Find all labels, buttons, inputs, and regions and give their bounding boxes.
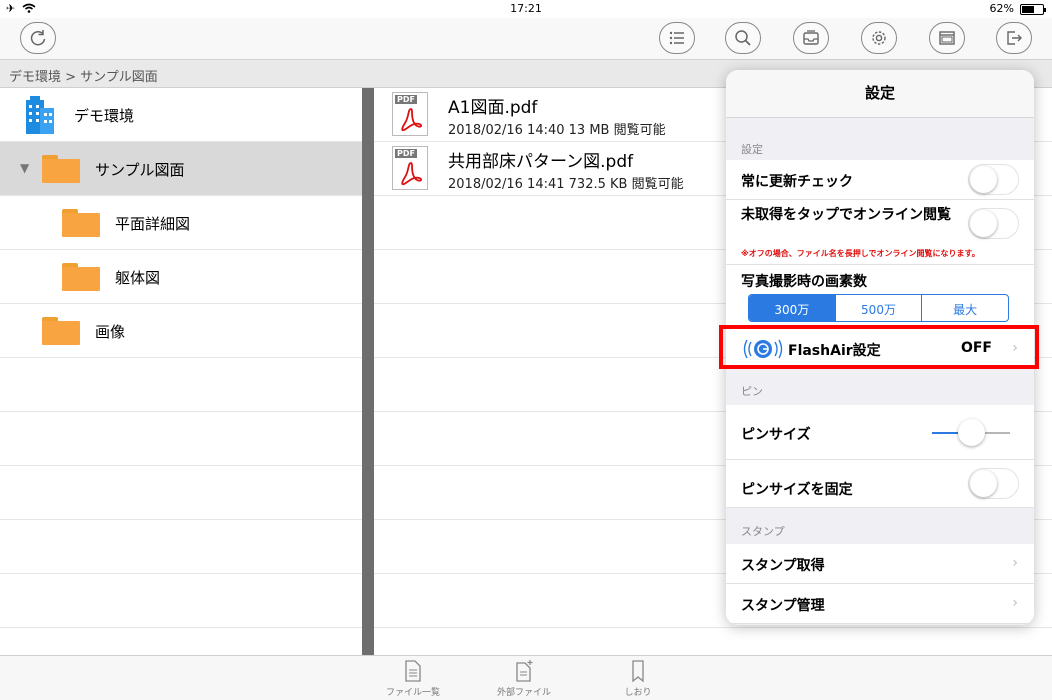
tab-bookmarks[interactable]: しおり [598, 659, 678, 698]
list-item [0, 466, 362, 520]
search-button[interactable] [725, 22, 761, 54]
building-icon [26, 96, 54, 134]
window-button[interactable] [929, 22, 965, 54]
folder-icon [62, 209, 100, 237]
gear-icon [872, 31, 886, 45]
tap-online-cell: 未取得をタップでオンライン閲覧 ※オフの場合、ファイル名を長押しでオンライン閲覧… [726, 200, 1034, 265]
bookmark-icon [632, 660, 644, 683]
pane-divider[interactable] [362, 88, 374, 655]
section-header-pin: ピン [741, 385, 763, 398]
folder-tree: デモ環境 ▼ サンプル図面 平面詳細図 躯体図 画像 [0, 88, 362, 655]
pdf-icon: PDF [392, 92, 428, 136]
list-item [0, 574, 362, 628]
folder-icon [42, 155, 80, 183]
document-add-icon [516, 660, 533, 682]
window-icon [939, 31, 955, 45]
tree-item-images[interactable]: 画像 [0, 304, 362, 358]
top-toolbar [0, 18, 1052, 60]
refresh-button[interactable] [20, 22, 56, 54]
tree-item-label: サンプル図面 [95, 161, 185, 179]
section-header-stamp: スタンプ [741, 525, 785, 538]
expand-triangle-icon[interactable]: ▼ [20, 161, 29, 175]
cell-label: ピンサイズを固定 [741, 482, 853, 498]
status-bar: ✈ ︎ 17:21 62% [0, 0, 1052, 18]
stamp-get-cell[interactable]: スタンプ取得 › [726, 544, 1034, 584]
tab-file-list[interactable]: ファイル一覧 [373, 659, 453, 698]
always-check-update-toggle[interactable] [968, 164, 1019, 195]
bottom-tab-bar: ファイル一覧 外部ファイル しおり [0, 655, 1052, 700]
cell-label: 写真撮影時の画素数 [741, 274, 867, 290]
pin-size-fixed-toggle[interactable] [968, 468, 1019, 499]
file-meta: 2018/02/16 14:41 732.5 KB 閲覧可能 [448, 177, 684, 192]
inbox-button[interactable] [793, 22, 829, 54]
logout-button[interactable] [996, 22, 1032, 54]
tree-item-root[interactable]: デモ環境 [0, 88, 362, 142]
always-check-update-cell: 常に更新チェック [726, 160, 1034, 200]
cell-label: 常に更新チェック [741, 174, 853, 190]
list-icon [669, 31, 684, 45]
pin-size-fixed-cell: ピンサイズを固定 [726, 460, 1034, 508]
file-meta: 2018/02/16 14:40 13 MB 閲覧可能 [448, 123, 666, 138]
list-button[interactable] [659, 22, 695, 54]
tree-item-label: 平面詳細図 [115, 215, 191, 233]
photo-pixels-cell: 写真撮影時の画素数 300万 500万 最大 [726, 265, 1034, 329]
tree-item-floor-detail[interactable]: 平面詳細図 [0, 196, 362, 250]
stamp-manage-cell[interactable]: スタンプ管理 › [726, 584, 1034, 624]
battery-percent: 62% [989, 2, 1014, 15]
cell-label: ピンサイズ [741, 427, 811, 443]
folder-icon [62, 263, 100, 291]
cell-label: 未取得をタップでオンライン閲覧 [741, 207, 951, 223]
segment-3mp[interactable]: 300万 [749, 295, 835, 321]
settings-button[interactable] [861, 22, 897, 54]
battery-icon [1020, 4, 1046, 15]
cell-label: スタンプ管理 [741, 598, 825, 614]
photo-pixels-segmented-control: 300万 500万 最大 [748, 294, 1009, 322]
tab-external-files[interactable]: 外部ファイル [484, 659, 564, 698]
file-name: A1図面.pdf [448, 98, 538, 118]
folder-icon [42, 317, 80, 345]
pin-size-slider[interactable] [932, 419, 1010, 446]
tree-item-structure[interactable]: 躯体図 [0, 250, 362, 304]
logout-icon [1007, 31, 1022, 45]
tree-item-label: 躯体図 [115, 269, 161, 287]
cell-label: スタンプ取得 [741, 558, 825, 574]
list-item [0, 520, 362, 574]
file-name: 共用部床パターン図.pdf [448, 152, 634, 172]
tree-item-label: 画像 [95, 323, 126, 341]
search-icon [735, 30, 751, 46]
inbox-icon [803, 30, 819, 45]
refresh-icon [30, 30, 46, 46]
tap-online-toggle[interactable] [968, 208, 1019, 239]
segment-max[interactable]: 最大 [921, 295, 1008, 321]
chevron-right-icon: › [1012, 555, 1018, 571]
section-header-settings: 設定 [741, 143, 763, 156]
document-icon [405, 660, 421, 682]
tree-item-sample-drawings[interactable]: ▼ サンプル図面 [0, 142, 362, 196]
tree-item-label: デモ環境 [74, 107, 135, 125]
flashair-highlight-box [719, 325, 1039, 369]
clock: 17:21 [510, 2, 542, 15]
segment-5mp[interactable]: 500万 [834, 295, 922, 321]
slider-handle[interactable] [957, 419, 985, 446]
tap-online-note: ※オフの場合、ファイル名を長押しでオンライン閲覧になります。 [741, 249, 980, 258]
list-item [0, 412, 362, 466]
list-item [0, 358, 362, 412]
chevron-right-icon: › [1012, 595, 1018, 611]
popover-title: 設定 [726, 70, 1034, 118]
pdf-icon: PDF [392, 146, 428, 190]
pin-size-cell: ピンサイズ [726, 405, 1034, 460]
